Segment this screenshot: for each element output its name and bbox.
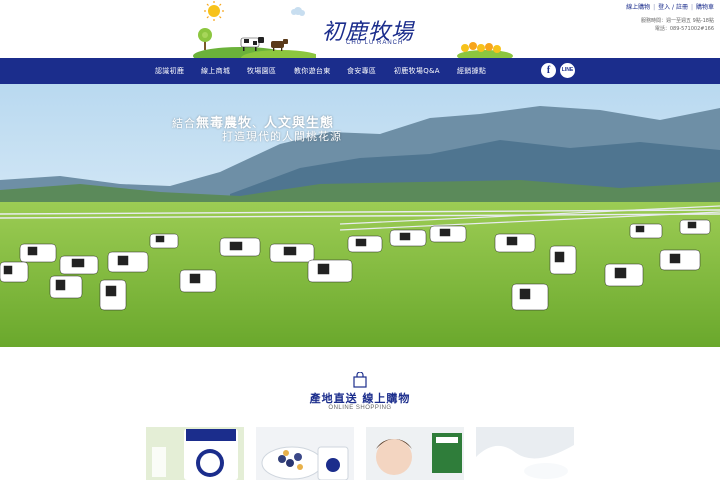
section-subtitle: ONLINE SHOPPING xyxy=(328,405,392,411)
tagline-part: 結合 xyxy=(172,117,196,130)
nav-item-about[interactable]: 認識初鹿 xyxy=(155,58,184,84)
nav-item-taitung[interactable]: 教你遊台東 xyxy=(294,58,331,84)
nav-item-ranch[interactable]: 牧場園區 xyxy=(247,58,276,84)
service-phone: 電話：089-571002#166 xyxy=(654,26,714,32)
logo-subtitle: CHU LU RANCH xyxy=(346,40,404,46)
product-card-child[interactable] xyxy=(366,427,464,480)
nav-item-food-safety[interactable]: 食安專區 xyxy=(347,58,376,84)
milk-bottle-image xyxy=(146,427,244,480)
product-card-yogurt[interactable] xyxy=(256,427,354,480)
tree-icon xyxy=(198,28,212,50)
small-cloud-icon xyxy=(291,7,305,16)
product-card-milk[interactable] xyxy=(146,427,244,480)
dairy-splash-image xyxy=(476,427,574,480)
link-separator: | xyxy=(690,4,693,11)
facebook-icon[interactable]: f xyxy=(541,63,556,78)
hero-banner: 結合無毒農牧、人文與生態 打造現代的人間桃花源 xyxy=(0,84,720,347)
sun-icon xyxy=(204,1,224,21)
login-register-link[interactable]: 登入 / 註冊 xyxy=(658,4,688,11)
online-shop-link[interactable]: 線上購物 xyxy=(626,4,650,11)
shopping-bag-icon xyxy=(353,372,367,388)
hero-tagline-line2: 打造現代的人間桃花源 xyxy=(222,130,342,143)
child-drinking-image xyxy=(366,427,464,480)
online-shopping-section xyxy=(0,347,720,480)
hero-image xyxy=(0,84,720,347)
yogurt-bowl-image xyxy=(256,427,354,480)
flower-illustration xyxy=(457,42,513,58)
nav-item-qa[interactable]: 初鹿牧場Q&A xyxy=(394,58,440,84)
service-hours: 服務時間：週一至週五 9點-18點 xyxy=(641,18,714,24)
header-illustration xyxy=(193,1,316,58)
cart-link[interactable]: 購物車 xyxy=(696,4,714,11)
main-nav: 認識初鹿 線上商城 牧場園區 教你遊台東 食安專區 初鹿牧場Q&A 經銷據點 f… xyxy=(0,58,720,84)
product-card-dairy[interactable] xyxy=(476,427,574,480)
link-separator: | xyxy=(653,4,656,11)
site-header: 初鹿牧場 CHU LU RANCH 線上購物 | 登入 / 註冊 | 購物車 服務時間：… xyxy=(0,0,720,58)
top-links: 線上購物 | 登入 / 註冊 | 購物車 xyxy=(626,2,714,11)
line-icon[interactable]: LINE xyxy=(560,63,575,78)
nav-item-dealers[interactable]: 經銷據點 xyxy=(457,58,486,84)
nav-item-shop[interactable]: 線上商城 xyxy=(201,58,230,84)
section-title: 產地直送 線上購物 xyxy=(309,392,411,405)
